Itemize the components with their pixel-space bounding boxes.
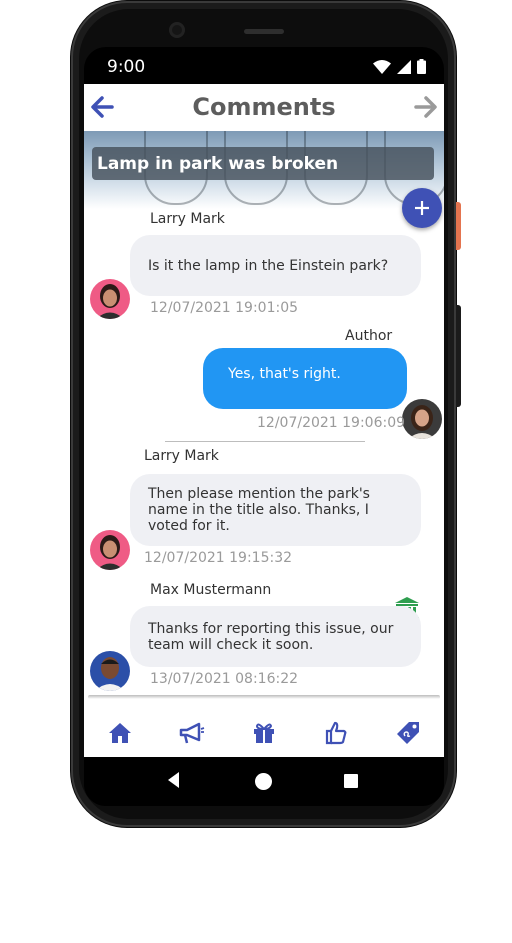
tab-home[interactable] [105,718,135,748]
signal-icon [397,59,411,74]
tag-icon [397,722,419,744]
nav-recents-icon[interactable] [344,774,358,788]
screen: 9:00 Comments Lamp in park was broken La… [84,47,444,806]
comment-timestamp: 13/07/2021 08:16:22 [150,671,299,687]
avatar-man [90,651,130,691]
app-content: Comments Lamp in park was broken Larry M… [84,84,444,757]
front-camera [169,22,185,38]
comment-text: Is it the lamp in the Einstein park? [148,257,389,274]
plus-icon [415,201,429,215]
comment-bubble: Thanks for reporting this issue, our tea… [130,606,421,667]
issue-banner-image: Lamp in park was broken [84,131,444,209]
tab-announcements[interactable] [177,718,207,748]
comment-text: Yes, that's right. [228,366,341,382]
avatar-woman-pink [90,530,130,570]
nav-home-icon[interactable] [255,773,272,790]
avatar[interactable] [90,279,130,319]
comment-timestamp: 12/07/2021 19:06:09 [257,415,406,431]
page-title: Comments [192,93,336,121]
avatar[interactable] [90,651,130,691]
issue-title: Lamp in park was broken [97,154,339,174]
comment-author: Author [345,328,393,344]
tab-offers[interactable] [393,718,423,748]
own-comment-bubble: Yes, that's right. [203,348,407,409]
megaphone-icon [179,722,205,744]
status-bar: 9:00 [84,47,444,84]
comment-timestamp: 12/07/2021 19:01:05 [150,300,299,316]
power-button [456,202,461,250]
comment-author: Larry Mark [144,448,219,464]
nav-back-icon[interactable] [168,772,180,788]
issue-title-box: Lamp in park was broken [92,147,434,180]
status-time: 9:00 [107,57,146,77]
home-icon [109,723,131,743]
tab-rewards[interactable] [249,718,279,748]
tab-votes[interactable] [321,718,351,748]
divider [165,441,365,442]
comment-text: Then please mention the park's name in t… [148,486,370,534]
comment-text: Thanks for reporting this issue, our tea… [148,620,394,653]
app-bar: Comments [84,84,444,131]
bottom-tab-bar [84,709,444,757]
comment-author: Max Mustermann [150,582,272,598]
wifi-icon [373,59,391,74]
avatar[interactable] [90,530,130,570]
add-comment-button[interactable] [402,188,442,228]
avatar-woman-dark [402,399,442,439]
comment-bubble: Then please mention the park's name in t… [130,474,421,546]
forward-arrow-icon[interactable] [412,94,438,120]
comment-bubble: Is it the lamp in the Einstein park? [130,235,421,296]
thumbs-up-icon [325,721,347,745]
battery-icon [417,59,426,74]
comment-timestamp: 12/07/2021 19:15:32 [144,550,293,566]
gift-icon [254,723,274,743]
comment-author: Larry Mark [150,211,225,227]
volume-button [456,305,461,407]
system-nav-bar [84,757,444,806]
list-bottom-edge [88,695,440,699]
status-icons [373,59,426,74]
avatar[interactable] [402,399,442,439]
earpiece [244,29,284,34]
avatar-woman-pink [90,279,130,319]
